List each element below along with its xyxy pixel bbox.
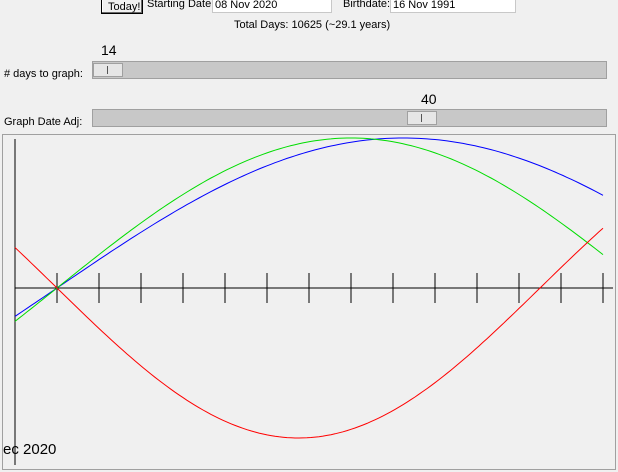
biorhythm-graph: ec 2020 bbox=[2, 134, 616, 470]
adj-slider-thumb[interactable] bbox=[407, 111, 437, 125]
adj-slider-value: 40 bbox=[421, 91, 437, 107]
birthdate-label: Birthdate: bbox=[343, 0, 391, 10]
graph-date-label: ec 2020 bbox=[3, 441, 57, 458]
total-days-text: Total Days: 10625 (~29.1 years) bbox=[234, 19, 391, 31]
birthdate-value: 16 Nov 1991 bbox=[393, 0, 456, 11]
starting-date-field[interactable]: 08 Nov 2020 bbox=[212, 0, 332, 13]
starting-date-value: 08 Nov 2020 bbox=[215, 0, 278, 11]
today-button[interactable]: Today! bbox=[101, 0, 143, 14]
physical-curve bbox=[14, 227, 604, 439]
days-slider[interactable] bbox=[92, 61, 607, 79]
graph-canvas bbox=[14, 137, 613, 465]
birthdate-field[interactable]: 16 Nov 1991 bbox=[390, 0, 516, 13]
days-slider-label: # days to graph: bbox=[4, 68, 83, 80]
starting-date-label: Starting Date: bbox=[147, 0, 215, 10]
graph-date-adj-slider[interactable] bbox=[92, 109, 607, 127]
days-slider-thumb[interactable] bbox=[93, 63, 123, 77]
days-slider-value: 14 bbox=[101, 42, 117, 58]
adj-slider-label: Graph Date Adj: bbox=[4, 116, 83, 128]
